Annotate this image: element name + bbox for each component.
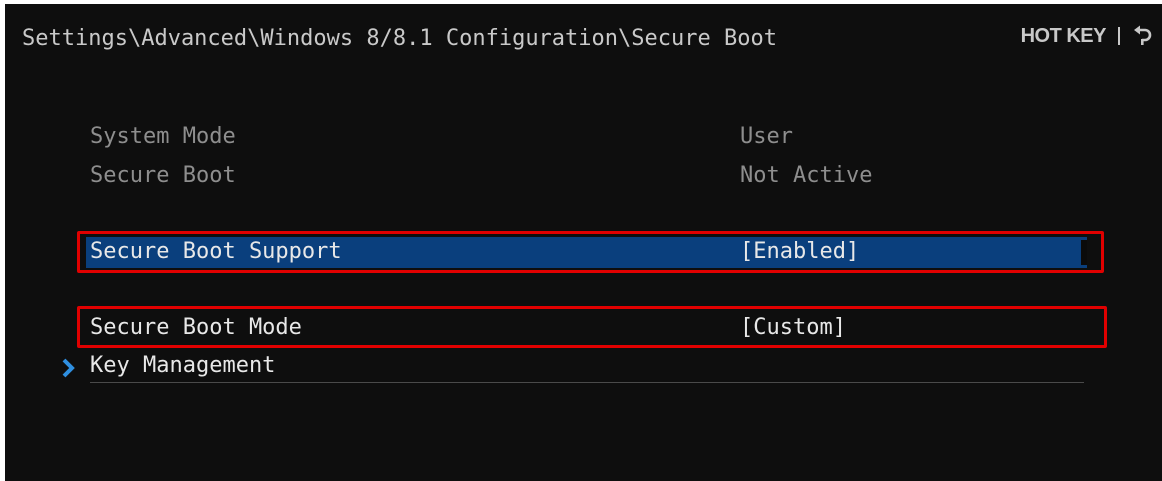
hotkey-separator xyxy=(1118,27,1120,45)
breadcrumb: Settings\Advanced\Windows 8/8.1 Configur… xyxy=(22,26,777,51)
secure-boot-mode-value[interactable]: [Custom] xyxy=(740,313,846,343)
bios-screen: Settings\Advanced\Windows 8/8.1 Configur… xyxy=(5,4,1162,481)
divider xyxy=(90,382,1084,383)
back-arrow-icon[interactable] xyxy=(1132,25,1154,47)
hotkey-area: HOT KEY xyxy=(1021,21,1154,51)
hotkey-button[interactable]: HOT KEY xyxy=(1021,25,1107,48)
key-management-label: Key Management xyxy=(90,353,276,378)
chevron-right-icon xyxy=(59,356,79,380)
system-mode-label: System Mode xyxy=(90,124,236,149)
secure-boot-status-value: Not Active xyxy=(740,163,873,188)
secure-boot-support-label: Secure Boot Support xyxy=(90,239,342,264)
secure-boot-mode-label: Secure Boot Mode xyxy=(90,315,302,340)
system-mode-value: User xyxy=(740,124,793,149)
scrollbar[interactable] xyxy=(1081,240,1087,265)
secure-boot-status-label: Secure Boot xyxy=(90,163,236,188)
secure-boot-support-value[interactable]: [Enabled] xyxy=(740,237,859,267)
